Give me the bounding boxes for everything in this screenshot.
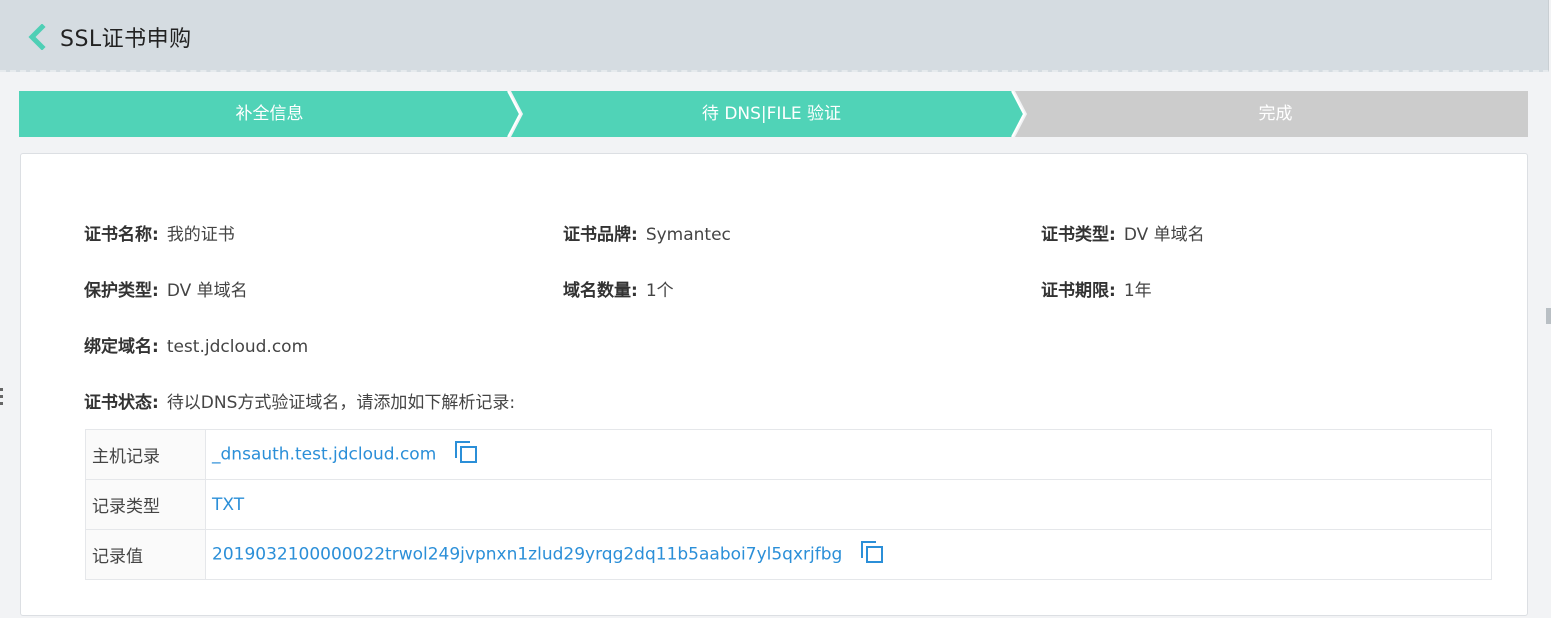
dns-record-table: 主机记录 _dnsauth.test.jdcloud.com 记录类型 TXT … [85, 429, 1492, 580]
cert-name-label: 证书名称: [84, 225, 159, 245]
cert-name-value: 我的证书 [166, 225, 235, 245]
cert-name-field: 证书名称: 我的证书 [84, 220, 235, 245]
cert-brand-field: 证书品牌: Symantec [563, 220, 731, 245]
bound-domain-value: test.jdcloud.com [166, 337, 309, 357]
record-type-cell: TXT [205, 479, 1492, 530]
step-finish: 完成 [1258, 104, 1293, 124]
domain-count-field: 域名数量: 1个 [563, 276, 674, 301]
step-complete-info: 补全信息 [235, 104, 304, 124]
cert-period-value: 1年 [1123, 281, 1152, 301]
cert-status-label: 证书状态: [84, 393, 159, 413]
bound-domain-label: 绑定域名: [84, 337, 159, 357]
progress-steps: 补全信息 待 DNS|FILE 验证 完成 [19, 91, 1528, 137]
domain-count-value: 1个 [645, 281, 674, 301]
back-button[interactable] [26, 23, 48, 51]
page-title: SSL证书申购 [60, 27, 192, 52]
domain-count-label: 域名数量: [563, 281, 638, 301]
host-record-cell: _dnsauth.test.jdcloud.com [205, 429, 1492, 480]
cert-status-value: 待以DNS方式验证域名，请添加如下解析记录: [166, 393, 516, 413]
record-value-text[interactable]: 2019032100000022trwol249jvpnxn1zlud29yrq… [212, 545, 842, 565]
copy-icon[interactable] [860, 540, 884, 569]
record-type-label: 记录类型 [85, 479, 206, 530]
table-row: 记录值 2019032100000022trwol249jvpnxn1zlud2… [85, 529, 1492, 580]
cert-period-field: 证书期限: 1年 [1041, 276, 1152, 301]
table-row: 记录类型 TXT [85, 479, 1492, 530]
cert-period-label: 证书期限: [1041, 281, 1116, 301]
record-value-cell: 2019032100000022trwol249jvpnxn1zlud29yrq… [205, 529, 1492, 580]
cert-status-field: 证书状态: 待以DNS方式验证域名，请添加如下解析记录: [84, 388, 515, 413]
protect-type-value: DV 单域名 [166, 281, 248, 301]
scrollbar-thumb[interactable] [1546, 308, 1551, 324]
page-header: SSL证书申购 [0, 0, 1549, 72]
record-type-value: TXT [212, 494, 245, 515]
table-row: 主机记录 _dnsauth.test.jdcloud.com [85, 429, 1492, 480]
cert-brand-value: Symantec [645, 225, 731, 245]
cert-type-label: 证书类型: [1041, 225, 1116, 245]
protect-type-field: 保护类型: DV 单域名 [84, 276, 248, 301]
side-handle-icon[interactable] [0, 388, 4, 410]
chevron-left-icon [28, 23, 46, 51]
cert-type-value: DV 单域名 [1123, 225, 1205, 245]
copy-icon[interactable] [454, 440, 478, 469]
step-dns-verify: 待 DNS|FILE 验证 [701, 104, 842, 124]
host-record-label: 主机记录 [85, 429, 206, 480]
cert-type-field: 证书类型: DV 单域名 [1041, 220, 1205, 245]
cert-detail-panel: 证书名称: 我的证书 证书品牌: Symantec 证书类型: DV 单域名 保护类型… [20, 153, 1528, 616]
record-value-label: 记录值 [85, 529, 206, 580]
host-record-value[interactable]: _dnsauth.test.jdcloud.com [212, 445, 436, 465]
cert-brand-label: 证书品牌: [563, 225, 638, 245]
protect-type-label: 保护类型: [84, 281, 159, 301]
bound-domain-field: 绑定域名: test.jdcloud.com [84, 332, 308, 357]
